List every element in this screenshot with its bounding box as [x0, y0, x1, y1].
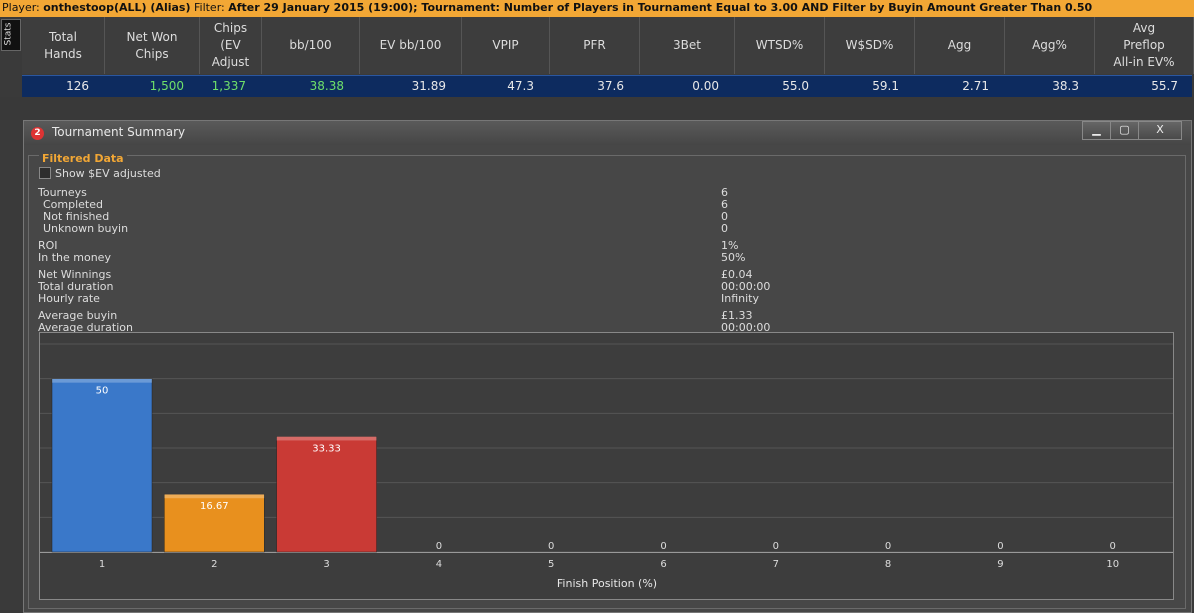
- app-logo-icon: 2: [31, 127, 44, 140]
- chart-data-label: 33.33: [312, 443, 341, 454]
- chart-tick-label: 5: [548, 559, 554, 570]
- stats-header-col-10[interactable]: Agg: [915, 17, 1005, 74]
- stats-header-col-3[interactable]: bb/100: [262, 17, 360, 74]
- stats-header-col-6[interactable]: PFR: [550, 17, 640, 74]
- stats-header-col-0[interactable]: Total Hands: [22, 17, 105, 74]
- finish-position-chart: 50 1 16.67 2 33.33 3 0 4 0 5 0 6 0 7 0 8 0 9 0 10 Finish Pos…: [39, 332, 1174, 600]
- stats-value-1: 1,500: [149, 79, 184, 93]
- stats-value-6: 37.6: [597, 79, 624, 93]
- chart-tick-label: 1: [99, 559, 105, 570]
- player-label: Player:: [2, 1, 44, 14]
- chart-data-label: 0: [436, 541, 442, 552]
- filtered-data-title: Filtered Data: [39, 152, 127, 165]
- chart-bar-highlight: [52, 378, 152, 383]
- chart-tick-label: 10: [1106, 559, 1119, 570]
- stats-value-0: 126: [66, 79, 89, 93]
- chart-tick-label: 3: [323, 559, 329, 570]
- stats-row[interactable]: 126 1,500 1,337 38.38 31.89 47.3 37.6 0.00 55.0 5…: [22, 75, 1192, 98]
- stats-value-5: 47.3: [507, 79, 534, 93]
- stats-value-2: 1,337: [211, 79, 246, 93]
- chart-bar-highlight: [164, 494, 265, 499]
- tournament-summary-window: 2 Tournament Summary ▁ ▢ X Filtered Data…: [23, 120, 1192, 613]
- stats-header-col-11[interactable]: Agg%: [1005, 17, 1095, 74]
- filter-text: After 29 January 2015 (19:00); Tournamen…: [228, 1, 1093, 14]
- filter-label: Filter:: [190, 1, 229, 14]
- stats-header-col-7[interactable]: 3Bet: [640, 17, 735, 74]
- filter-bar: Player: onthestoop(ALL) (Alias) Filter: …: [0, 0, 1194, 17]
- chart-data-label: 0: [660, 541, 666, 552]
- chart-data-label: 16.67: [200, 501, 229, 512]
- chart-data-label: 0: [548, 541, 554, 552]
- summary-value: 50%: [721, 251, 746, 264]
- stats-value-4: 31.89: [411, 79, 446, 93]
- chart-data-label: 0: [997, 541, 1003, 552]
- stats-value-3: 38.38: [309, 79, 344, 93]
- minimize-button[interactable]: ▁: [1082, 121, 1111, 140]
- show-ev-adjusted-checkbox[interactable]: [39, 167, 51, 179]
- window-titlebar[interactable]: 2 Tournament Summary ▁ ▢ X: [24, 121, 1191, 145]
- stats-value-11: 38.3: [1052, 79, 1079, 93]
- chart-data-label: 0: [1110, 541, 1116, 552]
- stats-value-12: 55.7: [1151, 79, 1178, 93]
- stats-value-9: 59.1: [872, 79, 899, 93]
- chart-tick-label: 6: [660, 559, 666, 570]
- summary-value: 0: [721, 222, 728, 235]
- maximize-button[interactable]: ▢: [1110, 121, 1139, 140]
- stats-side-tab-label: Stats: [3, 22, 14, 46]
- show-ev-adjusted-label: Show $EV adjusted: [55, 167, 161, 180]
- stats-header-col-12[interactable]: Avg Preflop All-in EV%: [1095, 17, 1194, 74]
- stats-header-col-4[interactable]: EV bb/100: [360, 17, 462, 74]
- stats-header: Total Hands Net Won Chips Chips (EV Adjust…: [22, 17, 1194, 74]
- summary-value: Infinity: [721, 292, 759, 305]
- show-ev-adjusted-row[interactable]: Show $EV adjusted: [39, 167, 161, 180]
- stats-value-7: 0.00: [692, 79, 719, 93]
- player-name: onthestoop(ALL) (Alias): [43, 1, 191, 14]
- separator: [0, 97, 1194, 120]
- stats-value-10: 2.71: [962, 79, 989, 93]
- chart-tick-label: 4: [436, 559, 442, 570]
- summary-label: In the money: [38, 251, 111, 264]
- chart-data-label: 50: [96, 386, 109, 397]
- chart-tick-label: 8: [885, 559, 891, 570]
- summary-label: Hourly rate: [38, 292, 100, 305]
- stats-side-tab[interactable]: Stats: [1, 19, 21, 51]
- close-button[interactable]: X: [1138, 121, 1182, 140]
- stats-value-8: 55.0: [782, 79, 809, 93]
- chart-tick-label: 9: [997, 559, 1003, 570]
- chart-bar: [51, 378, 153, 553]
- finish-position-chart-svg: 50116.67233.333040506070809010Finish Pos…: [40, 343, 1173, 590]
- stats-header-col-1[interactable]: Net Won Chips: [105, 17, 200, 74]
- stats-header-col-8[interactable]: WTSD%: [735, 17, 825, 74]
- chart-bar-highlight: [276, 436, 377, 441]
- chart-tick-label: 2: [211, 559, 217, 570]
- window-title: Tournament Summary: [52, 125, 186, 139]
- chart-data-label: 0: [773, 541, 779, 552]
- chart-x-axis-label: Finish Position (%): [557, 577, 657, 590]
- summary-label: Unknown buyin: [43, 222, 129, 235]
- stats-header-col-2[interactable]: Chips (EV Adjust: [200, 17, 262, 74]
- stats-header-col-5[interactable]: VPIP: [462, 17, 550, 74]
- stats-header-col-9[interactable]: W$SD%: [825, 17, 915, 74]
- chart-tick-label: 7: [773, 559, 779, 570]
- chart-data-label: 0: [885, 541, 891, 552]
